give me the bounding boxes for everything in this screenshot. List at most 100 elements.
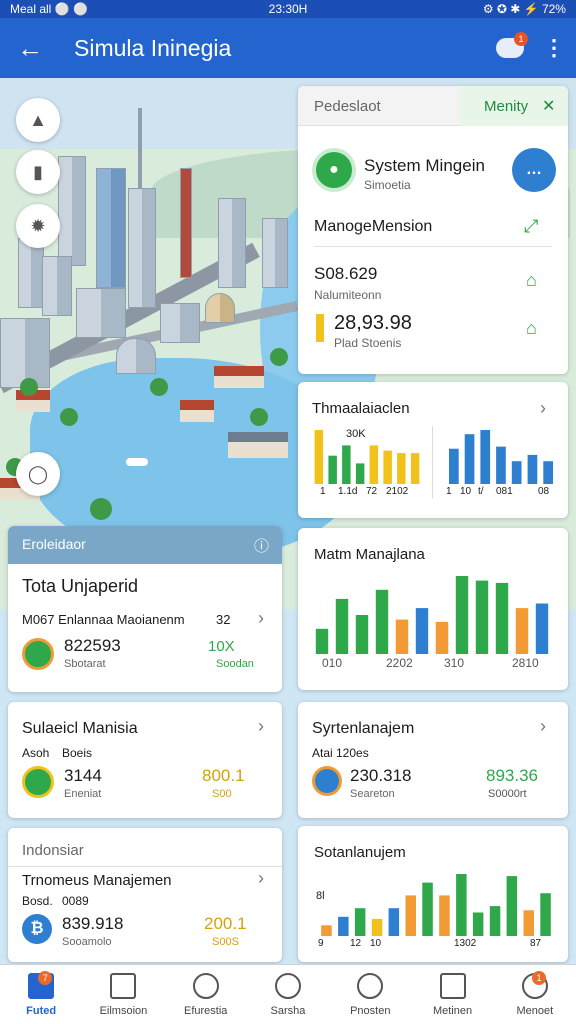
- stat-1-label: Nalumiteonn: [314, 288, 382, 302]
- system-panel: Pedeslaot Menity ✕ ● System Mingein Simo…: [298, 86, 568, 374]
- chevron-right-icon[interactable]: ›: [540, 398, 546, 419]
- stat-color-bar: [316, 314, 324, 342]
- tick-label: 1302: [454, 938, 477, 949]
- nav-item-eilmsoion[interactable]: Eilmsoion: [82, 965, 164, 1024]
- chart-title: Thmaalaiaclen: [312, 400, 410, 417]
- building: [262, 218, 288, 288]
- close-icon[interactable]: ✕: [542, 96, 555, 116]
- chart-pie-icon: [22, 766, 54, 798]
- tick-label: 72: [366, 486, 378, 497]
- card-value-sub: Seareton: [350, 788, 395, 800]
- back-arrow-icon[interactable]: ←: [0, 18, 60, 78]
- bar: [410, 453, 420, 484]
- nav-item-metinen[interactable]: Metinen: [411, 965, 493, 1024]
- card-sub-right: 0089: [62, 894, 89, 908]
- cloud-notification-button[interactable]: 1: [488, 26, 532, 70]
- chart-card-matm[interactable]: Matm Manajlana 010 2202 310 2810: [298, 528, 568, 690]
- card-header: Eroleidaor: [22, 536, 86, 552]
- bar: [496, 446, 506, 484]
- tree: [20, 378, 38, 396]
- bar: [435, 621, 449, 654]
- tree: [270, 348, 288, 366]
- home-up-icon[interactable]: ⌂: [526, 318, 537, 339]
- nav-label: Futed: [26, 1005, 57, 1017]
- home-up-icon[interactable]: ⌂: [526, 270, 537, 291]
- nav-item-efurestia[interactable]: Efurestia: [165, 965, 247, 1024]
- row-label: M067 Enlannaa Maoianenm: [22, 612, 185, 627]
- globe-icon[interactable]: ◯: [16, 452, 60, 496]
- stat-1-value: S08.629: [314, 264, 378, 283]
- chart-title: Sotanlanujem: [314, 844, 406, 861]
- boat: [126, 458, 148, 466]
- card-indonsiar[interactable]: Indonsiar Trnomeus Manajemen › Bosd. 008…: [8, 828, 282, 962]
- bar: [354, 908, 366, 936]
- chevron-right-icon[interactable]: ›: [258, 716, 264, 737]
- bar: [321, 925, 332, 936]
- monitor-icon: [439, 973, 466, 999]
- expand-icon[interactable]: ⤢: [524, 216, 538, 237]
- chart-card-thmaalaiaclen[interactable]: Thmaalaiaclen › 30K 1 1.1d 72 2102 1 10 …: [298, 382, 568, 518]
- nav-label: Menoet: [516, 1005, 554, 1017]
- bar: [480, 430, 491, 484]
- right-value: 200.1: [204, 914, 247, 933]
- chevron-right-icon[interactable]: ›: [540, 716, 546, 737]
- more-options-button[interactable]: …: [512, 148, 556, 192]
- bar: [405, 895, 416, 936]
- bar: [495, 582, 509, 654]
- right-value-sub: Soodan: [216, 658, 254, 670]
- card-title: Trnomeus Manajemen: [22, 872, 172, 889]
- tick-label: 1: [320, 486, 326, 497]
- system-title: System Mingein: [364, 156, 485, 175]
- card-total[interactable]: Eroleidaor ⓘ Tota Unjaperid M067 Enlanna…: [8, 526, 282, 692]
- card-sulaeicl[interactable]: Sulaeicl Manisia › Asoh Boeis 3144 Eneni…: [8, 702, 282, 818]
- bar: [464, 434, 475, 484]
- tick-label: 10: [370, 938, 382, 949]
- bottom-navigation: 7 Futed Eilmsoion Efurestia Sarsha Pnost…: [0, 964, 576, 1024]
- card-sub-left: Bosd.: [22, 894, 53, 908]
- tab-menity[interactable]: Menity: [484, 98, 528, 115]
- building: [128, 188, 156, 308]
- nav-item-futed[interactable]: 7 Futed: [0, 965, 82, 1024]
- nav-badge: 1: [531, 971, 546, 985]
- more-vert-icon[interactable]: ⋮: [532, 35, 576, 61]
- card-title: Sulaeicl Manisia: [22, 720, 138, 737]
- chart-card-sotanlanujem[interactable]: Sotanlanujem 8l 9 12 10 1302 87: [298, 826, 568, 962]
- bar: [527, 454, 538, 484]
- nav-item-pnosten[interactable]: Pnosten: [329, 965, 411, 1024]
- card-sub: Atai 120es: [312, 746, 369, 760]
- stat-2-value: 28,93.98: [334, 312, 412, 334]
- bar: [506, 876, 518, 936]
- tick-label: 2202: [386, 656, 413, 670]
- bar: [369, 445, 379, 484]
- tick-label: 1: [446, 486, 452, 497]
- total-value: 822593: [64, 636, 121, 655]
- bar: [535, 603, 549, 654]
- dollar-icon: [312, 766, 342, 796]
- bar: [415, 608, 429, 654]
- building: [218, 198, 246, 288]
- app-bar: ← Simula Ininegia 1 ⋮: [0, 18, 576, 78]
- card-value: 230.318: [350, 766, 412, 785]
- chevron-right-icon[interactable]: ›: [258, 868, 264, 889]
- chevron-right-icon[interactable]: ›: [258, 608, 264, 629]
- nav-item-sarsha[interactable]: Sarsha: [247, 965, 329, 1024]
- nav-item-menoet[interactable]: 1 Menoet: [494, 965, 576, 1024]
- bar: [523, 910, 534, 936]
- tree: [250, 408, 268, 426]
- info-icon[interactable]: ⓘ: [254, 535, 269, 556]
- divider: [8, 866, 282, 867]
- bar: [371, 918, 383, 936]
- building: [58, 156, 86, 266]
- card-syrtenlanajem[interactable]: Syrtenlanajem › Atai 120es 230.318 Seare…: [298, 702, 568, 818]
- right-value: 800.1: [202, 766, 245, 785]
- bitcoin-icon: ₿: [22, 914, 52, 944]
- tab-pedeslaot[interactable]: Pedeslaot: [314, 98, 381, 115]
- battery-indicators: ⚙ ✪ ✱ ⚡ 72%: [482, 2, 566, 16]
- card-header: Indonsiar: [22, 842, 84, 859]
- lock-icon[interactable]: ▮: [16, 150, 60, 194]
- compass-icon[interactable]: ▲: [16, 98, 60, 142]
- tick-label: t/: [478, 486, 484, 497]
- row-right: 32: [216, 612, 231, 627]
- sun-icon[interactable]: ✹: [16, 204, 60, 248]
- building: [42, 256, 72, 316]
